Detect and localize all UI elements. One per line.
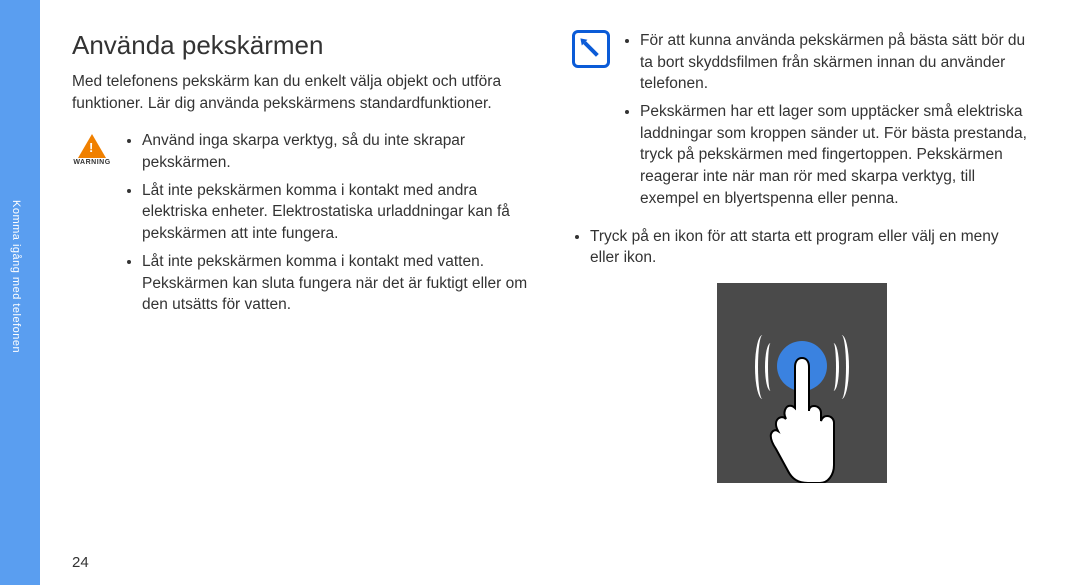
left-column: Använda pekskärmen Med telefonens pekskä… [72,30,532,483]
list-item: Låt inte pekskärmen komma i kontakt med … [142,251,532,316]
list-item: Låt inte pekskärmen komma i kontakt med … [142,180,532,245]
page-number: 24 [72,554,89,571]
tap-instruction-block: Tryck på en ikon för att starta ett prog… [572,226,1032,269]
sidebar-blue-bar: Komma igång med telefonen [0,0,40,585]
warning-block: WARNING Använd inga skarpa verktyg, så d… [72,130,532,322]
hand-icon [762,353,842,483]
note-block: För att kunna använda pekskärmen på bäst… [572,30,1032,216]
page-content: Använda pekskärmen Med telefonens pekskä… [72,30,1040,483]
warning-label: WARNING [73,159,110,166]
list-item: Använd inga skarpa verktyg, så du inte s… [142,130,532,173]
warning-list: Använd inga skarpa verktyg, så du inte s… [124,130,532,322]
note-icon [572,30,610,64]
sidebar-section-label: Komma igång med telefonen [10,200,22,353]
warning-icon: WARNING [72,130,112,170]
page-title: Använda pekskärmen [72,30,532,61]
tap-gesture-figure [717,283,887,483]
list-item: För att kunna använda pekskärmen på bäst… [640,30,1032,95]
list-item: Pekskärmen har ett lager som upptäcker s… [640,101,1032,209]
note-list: För att kunna använda pekskärmen på bäst… [622,30,1032,216]
intro-text: Med telefonens pekskärm kan du enkelt vä… [72,71,532,114]
right-column: För att kunna använda pekskärmen på bäst… [572,30,1032,483]
tap-instruction: Tryck på en ikon för att starta ett prog… [590,226,1032,269]
